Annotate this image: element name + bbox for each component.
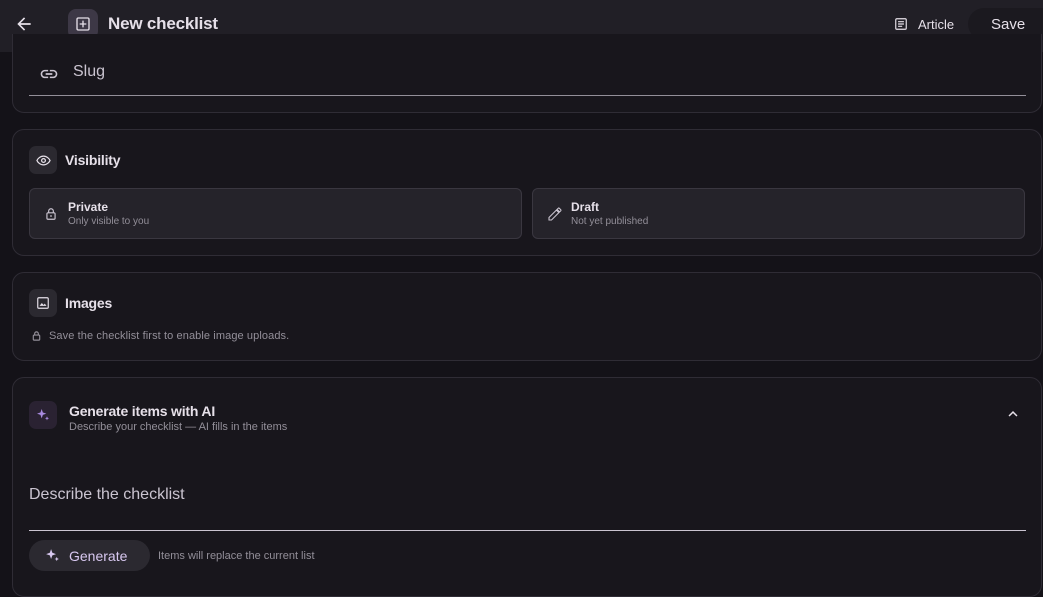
images-note: Save the checklist first to enable image… [31,330,289,342]
images-card: Images Save the checklist first to enabl… [12,272,1042,361]
images-header: Images [29,289,112,317]
ai-generate-card: Generate items with AI Describe your che… [12,377,1042,597]
page-title: New checklist [108,14,218,33]
generate-note: Items will replace the current list [158,550,315,562]
lock-icon [46,208,56,220]
sparkle-icon [29,401,57,429]
arrow-back-icon [17,17,31,31]
eye-icon [29,146,57,174]
draft-subtitle: Not yet published [571,216,649,227]
collapse-button[interactable] [999,400,1027,428]
private-subtitle: Only visible to you [68,216,150,227]
pencil-icon [548,207,562,221]
images-note-text: Save the checklist first to enable image… [49,330,290,342]
image-icon [29,289,57,317]
describe-checklist-label: Describe the checklist [29,486,185,503]
images-title: Images [65,295,113,311]
generate-label: Generate [69,547,128,564]
visibility-card: Visibility Private Only visible to you D… [12,129,1042,256]
lock-icon [32,331,41,341]
draft-title: Draft [571,200,600,214]
slug-label: Slug [73,63,106,80]
visibility-option-draft[interactable]: Draft Not yet published [532,188,1025,239]
ai-subtitle: Describe your checklist — AI fills in th… [69,421,288,433]
article-icon [895,18,907,30]
chevron-up-icon [1008,411,1018,417]
generate-button[interactable]: Generate [29,540,150,571]
visibility-title: Visibility [65,152,121,168]
sparkle-icon [46,549,59,562]
visibility-option-private[interactable]: Private Only visible to you [29,188,522,239]
ai-title: Generate items with AI [69,403,216,419]
article-label: Article [918,16,955,32]
describe-checklist-field[interactable]: Describe the checklist [29,478,1026,531]
slug-field[interactable]: Slug [29,56,1026,96]
link-icon [40,69,58,79]
visibility-header: Visibility [29,146,121,174]
private-title: Private [68,200,109,214]
slug-card: Slug [12,34,1042,113]
